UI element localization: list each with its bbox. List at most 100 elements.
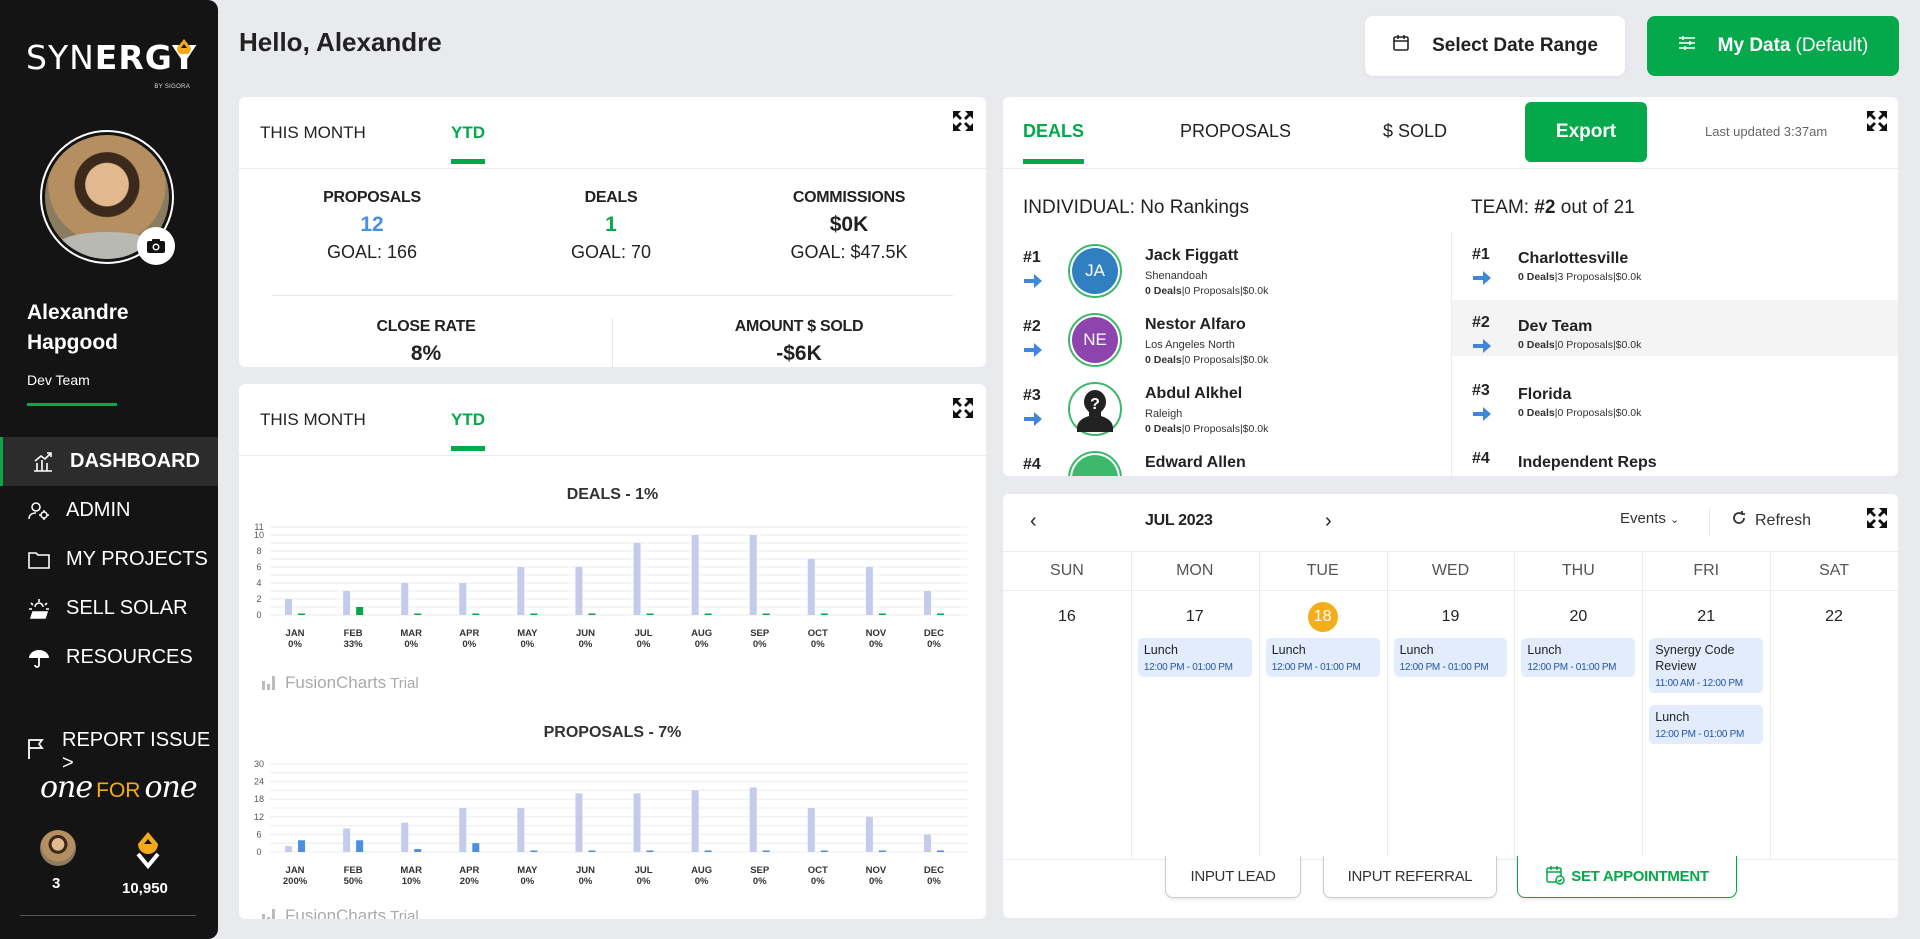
bar-actual-jun[interactable] — [588, 850, 596, 853]
calendar-event[interactable]: Lunch 12:00 PM - 01:00 PM — [1521, 638, 1636, 677]
calendar-day-today[interactable]: 18 — [1307, 602, 1338, 632]
bar-actual-jul[interactable] — [646, 613, 654, 616]
team-rank-row[interactable]: #4 Independent Reps — [1452, 436, 1898, 476]
calendar-day[interactable]: 19 — [1436, 602, 1466, 632]
team-rank-row[interactable]: #3 Florida 0 Deals|0 Proposals|$0.0k — [1452, 368, 1898, 424]
bar-actual-nov[interactable] — [878, 613, 886, 616]
sidebar-item-my-projects[interactable]: MY PROJECTS — [0, 535, 218, 584]
synergy-logo[interactable]: SYNERGY BY SIGORA — [26, 38, 196, 98]
bar-actual-may[interactable] — [530, 613, 538, 616]
bar-actual-feb[interactable] — [356, 840, 364, 852]
expand-icon[interactable] — [1865, 506, 1889, 530]
set-appointment-button[interactable]: SET APPOINTMENT — [1517, 856, 1737, 898]
bar-goal-jun[interactable] — [575, 793, 583, 852]
bar-actual-sep[interactable] — [762, 613, 770, 616]
calendar-event[interactable]: Lunch 12:00 PM - 01:00 PM — [1649, 705, 1764, 744]
tab-ytd[interactable]: YTD — [451, 123, 485, 164]
change-photo-button[interactable] — [137, 227, 175, 265]
tab-this-month[interactable]: THIS MONTH — [260, 410, 366, 430]
calendar-day[interactable]: 17 — [1180, 602, 1210, 632]
tab-ytd[interactable]: YTD — [451, 410, 485, 451]
sidebar-item-sell-solar[interactable]: SELL SOLAR — [0, 584, 218, 633]
bar-actual-sep[interactable] — [762, 850, 770, 853]
bar-actual-oct[interactable] — [820, 850, 828, 853]
team-rank-row[interactable]: #1 Charlottesville 0 Deals|3 Proposals|$… — [1452, 232, 1898, 288]
calendar-event[interactable]: Synergy Code Review 11:00 AM - 12:00 PM — [1649, 638, 1764, 693]
expand-icon[interactable] — [951, 109, 975, 133]
bar-actual-dec[interactable] — [936, 613, 944, 616]
bar-goal-may[interactable] — [517, 567, 525, 615]
bar-goal-mar[interactable] — [401, 822, 409, 852]
bar-actual-mar[interactable] — [414, 613, 422, 616]
bar-actual-aug[interactable] — [704, 613, 712, 616]
tab-sold[interactable]: $ SOLD — [1383, 121, 1447, 142]
calendar-event[interactable]: Lunch 12:00 PM - 01:00 PM — [1137, 638, 1252, 677]
bar-goal-aug[interactable] — [691, 535, 699, 615]
referral-avatar[interactable] — [40, 830, 76, 866]
bar-actual-dec[interactable] — [936, 850, 944, 853]
bar-goal-jul[interactable] — [633, 793, 641, 852]
tab-proposals[interactable]: PROPOSALS — [1180, 121, 1291, 142]
bar-actual-mar[interactable] — [414, 849, 422, 852]
bar-goal-nov[interactable] — [865, 567, 873, 615]
bar-actual-may[interactable] — [530, 850, 538, 853]
individual-rank-row[interactable]: #2 NE Nestor Alfaro Los Angeles North 0 … — [1023, 313, 1443, 388]
bar-goal-jan[interactable] — [285, 846, 293, 852]
bar-actual-jan[interactable] — [298, 840, 306, 852]
bar-goal-sep[interactable] — [749, 787, 757, 852]
bar-actual-aug[interactable] — [704, 850, 712, 853]
tab-deals[interactable]: DEALS — [1023, 121, 1085, 164]
bar-actual-apr[interactable] — [472, 613, 480, 616]
bar-goal-feb[interactable] — [343, 591, 351, 615]
tab-this-month[interactable]: THIS MONTH — [260, 123, 366, 143]
bar-actual-jun[interactable] — [588, 613, 596, 616]
fusioncharts-watermark[interactable]: FusionCharts Trial — [261, 673, 419, 693]
bar-actual-apr[interactable] — [472, 843, 480, 852]
bar-goal-jun[interactable] — [575, 567, 583, 615]
report-issue-link[interactable]: REPORT ISSUE > — [26, 729, 218, 775]
bar-goal-apr[interactable] — [459, 808, 467, 852]
individual-rank-row[interactable]: #4 Edward Allen — [1023, 451, 1443, 476]
bar-goal-sep[interactable] — [749, 535, 757, 615]
calendar-day[interactable]: 16 — [1052, 602, 1082, 632]
bar-actual-oct[interactable] — [820, 613, 828, 616]
sidebar-item-admin[interactable]: ADMIN — [0, 486, 218, 535]
my-data-button[interactable]: My Data (Default) — [1647, 16, 1899, 76]
sidebar-item-resources[interactable]: RESOURCES — [0, 633, 218, 682]
bar-goal-aug[interactable] — [691, 790, 699, 852]
individual-rank-row[interactable]: #3 ? Abdul Alkhel Raleigh 0 Deals|0 Prop… — [1023, 382, 1443, 457]
bar-actual-nov[interactable] — [878, 850, 886, 853]
bar-goal-apr[interactable] — [459, 583, 467, 615]
calendar-event[interactable]: Lunch 12:00 PM - 01:00 PM — [1393, 638, 1508, 677]
prev-month-button[interactable]: ‹ — [1030, 510, 1037, 533]
expand-icon[interactable] — [1865, 109, 1889, 133]
bar-goal-jul[interactable] — [633, 543, 641, 615]
calendar-day[interactable]: 20 — [1563, 602, 1593, 632]
expand-icon[interactable] — [951, 396, 975, 420]
bar-actual-jan[interactable] — [298, 613, 306, 616]
bar-goal-dec[interactable] — [923, 591, 931, 615]
bar-goal-nov[interactable] — [865, 816, 873, 852]
individual-rank-row[interactable]: #1 JA Jack Figgatt Shenandoah 0 Deals|0 … — [1023, 244, 1443, 319]
bar-goal-mar[interactable] — [401, 583, 409, 615]
calendar-event[interactable]: Lunch 12:00 PM - 01:00 PM — [1265, 638, 1380, 677]
calendar-day[interactable]: 22 — [1819, 602, 1849, 632]
next-month-button[interactable]: › — [1325, 510, 1332, 533]
bar-goal-jan[interactable] — [285, 599, 293, 615]
bar-goal-oct[interactable] — [807, 808, 815, 852]
refresh-button[interactable]: Refresh — [1731, 510, 1811, 531]
input-lead-button[interactable]: INPUT LEAD — [1165, 856, 1301, 898]
bar-actual-feb[interactable] — [356, 607, 364, 615]
bar-goal-may[interactable] — [517, 808, 525, 852]
events-filter-dropdown[interactable]: Events ⌄ — [1620, 510, 1679, 527]
input-referral-button[interactable]: INPUT REFERRAL — [1323, 856, 1497, 898]
bar-goal-dec[interactable] — [923, 834, 931, 852]
team-rank-row[interactable]: #2 Dev Team 0 Deals|0 Proposals|$0.0k — [1452, 300, 1898, 356]
calendar-day[interactable]: 21 — [1691, 602, 1721, 632]
bar-goal-oct[interactable] — [807, 559, 815, 615]
select-date-range-button[interactable]: Select Date Range — [1365, 16, 1625, 76]
bar-goal-feb[interactable] — [343, 828, 351, 852]
bar-actual-jul[interactable] — [646, 850, 654, 853]
export-button[interactable]: Export — [1525, 102, 1647, 162]
sidebar-item-dashboard[interactable]: DASHBOARD — [0, 437, 218, 486]
